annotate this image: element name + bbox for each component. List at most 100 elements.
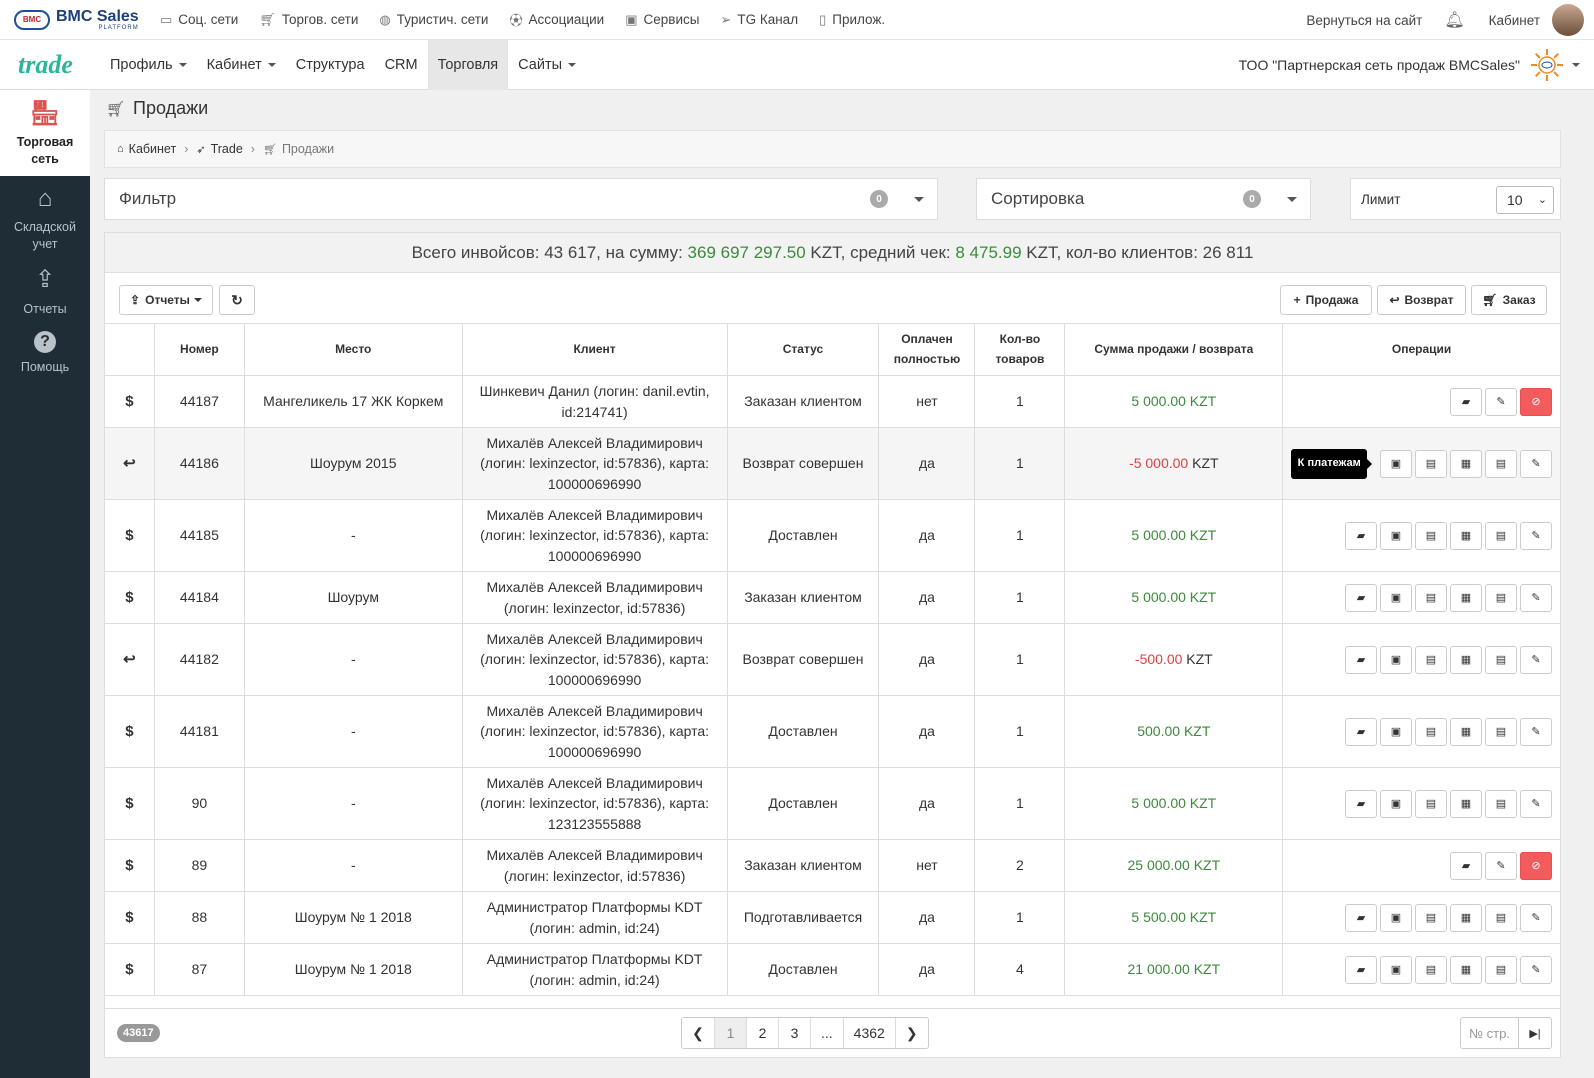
- invoice-number[interactable]: 87: [153, 943, 245, 996]
- pencil-button[interactable]: ✎: [1520, 789, 1552, 818]
- pencil-button[interactable]: ✎: [1520, 645, 1552, 674]
- limit-select[interactable]: 10 ⌄: [1496, 186, 1554, 214]
- folder-button[interactable]: ▰: [1450, 387, 1482, 416]
- folder-button[interactable]: ▰: [1345, 645, 1377, 674]
- file-button[interactable]: ▤: [1415, 449, 1447, 478]
- prev-page-button[interactable]: ❮: [682, 1018, 714, 1048]
- folder-button[interactable]: ▰: [1450, 851, 1482, 880]
- file-button[interactable]: ▤: [1415, 583, 1447, 612]
- document-button[interactable]: ▦: [1450, 521, 1482, 550]
- page-4362-button[interactable]: 4362: [842, 1018, 895, 1048]
- top-link-6[interactable]: ➢ TG Канал: [720, 12, 798, 28]
- pencil-button[interactable]: ✎: [1520, 903, 1552, 932]
- client-cell[interactable]: Михалёв Алексей Владимирович (логин: lex…: [461, 623, 728, 696]
- back-to-site-link[interactable]: Вернуться на сайт: [1306, 13, 1422, 28]
- file-text-button[interactable]: ▤: [1485, 449, 1517, 478]
- client-cell[interactable]: Михалёв Алексей Владимирович (логин: lex…: [461, 767, 728, 840]
- document-button[interactable]: ▦: [1450, 717, 1482, 746]
- money-button[interactable]: ▣: [1380, 789, 1412, 818]
- sort-panel-toggle[interactable]: Сортировка 0: [976, 178, 1311, 220]
- document-button[interactable]: ▦: [1450, 449, 1482, 478]
- document-button[interactable]: ▦: [1450, 903, 1482, 932]
- file-text-button[interactable]: ▤: [1485, 521, 1517, 550]
- page-2-button[interactable]: 2: [746, 1018, 778, 1048]
- page-1-button[interactable]: 1: [714, 1018, 746, 1048]
- file-button[interactable]: ▤: [1415, 717, 1447, 746]
- document-button[interactable]: ▦: [1450, 955, 1482, 984]
- client-cell[interactable]: Михалёв Алексей Владимирович (логин: lex…: [461, 695, 728, 768]
- money-button[interactable]: ▣: [1380, 583, 1412, 612]
- company-chevron-down-icon[interactable]: [1572, 63, 1580, 67]
- client-cell[interactable]: Администратор Платформы KDT (логин: admi…: [461, 891, 728, 944]
- folder-button[interactable]: ▰: [1345, 521, 1377, 550]
- file-button[interactable]: ▤: [1415, 955, 1447, 984]
- invoice-number[interactable]: 44186: [153, 427, 245, 500]
- refresh-button[interactable]: ↻: [219, 285, 255, 315]
- top-link-7[interactable]: ▯ Прилож.: [819, 12, 885, 28]
- nav-item-5[interactable]: Торговля: [427, 39, 509, 90]
- add-sale-button[interactable]: + Продажа: [1280, 285, 1372, 315]
- money-button[interactable]: ▣: [1380, 645, 1412, 674]
- sidebar-item-3[interactable]: ⇪ Отчеты: [0, 260, 90, 322]
- document-button[interactable]: ▦: [1450, 789, 1482, 818]
- file-text-button[interactable]: ▤: [1485, 903, 1517, 932]
- top-link-3[interactable]: ◍ Туристич. сети: [379, 12, 488, 28]
- file-text-button[interactable]: ▤: [1485, 583, 1517, 612]
- pencil-button[interactable]: ✎: [1485, 387, 1517, 416]
- file-button[interactable]: ▤: [1415, 645, 1447, 674]
- company-logo-icon[interactable]: [1530, 48, 1564, 82]
- money-button[interactable]: ▣: [1380, 717, 1412, 746]
- ban-button[interactable]: ⊘: [1520, 851, 1552, 880]
- money-button[interactable]: ▣: [1380, 449, 1412, 478]
- sidebar-item-4[interactable]: ? Помощь: [0, 322, 90, 384]
- ban-button[interactable]: ⊘: [1520, 387, 1552, 416]
- nav-item-2[interactable]: Кабинет: [197, 40, 286, 90]
- invoice-number[interactable]: 44184: [153, 571, 245, 624]
- file-button[interactable]: ▤: [1415, 903, 1447, 932]
- go-to-page-button[interactable]: ▶|: [1519, 1018, 1551, 1048]
- invoice-number[interactable]: 89: [153, 839, 245, 892]
- file-text-button[interactable]: ▤: [1485, 645, 1517, 674]
- invoice-number[interactable]: 44185: [153, 499, 245, 572]
- top-link-5[interactable]: ▣ Сервисы: [625, 12, 699, 28]
- client-cell[interactable]: Михалёв Алексей Владимирович (логин: lex…: [461, 839, 728, 892]
- file-button[interactable]: ▤: [1415, 521, 1447, 550]
- invoice-number[interactable]: 44182: [153, 623, 245, 696]
- invoice-number[interactable]: 88: [153, 891, 245, 944]
- client-cell[interactable]: Администратор Платформы KDT (логин: admi…: [461, 943, 728, 996]
- client-cell[interactable]: Михалёв Алексей Владимирович (логин: lex…: [461, 499, 728, 572]
- invoice-number[interactable]: 44187: [153, 375, 245, 428]
- pencil-button[interactable]: ✎: [1520, 717, 1552, 746]
- top-link-1[interactable]: ▭ Соц. сети: [160, 12, 238, 28]
- invoice-number[interactable]: 44181: [153, 695, 245, 768]
- client-cell[interactable]: Михалёв Алексей Владимирович (логин: lex…: [461, 427, 728, 500]
- page-number-field[interactable]: № стр.: [1461, 1018, 1519, 1048]
- page-3-button[interactable]: 3: [778, 1018, 810, 1048]
- file-button[interactable]: ▤: [1415, 789, 1447, 818]
- top-link-4[interactable]: ⚽︎ Ассоциации: [509, 10, 604, 29]
- document-button[interactable]: ▦: [1450, 645, 1482, 674]
- nav-item-4[interactable]: CRM: [375, 40, 428, 90]
- file-text-button[interactable]: ▤: [1485, 717, 1517, 746]
- brand-logo[interactable]: trade: [0, 50, 100, 80]
- pencil-button[interactable]: ✎: [1520, 521, 1552, 550]
- sidebar-item-1[interactable]: 🏪︎ Торговая сеть: [0, 90, 90, 176]
- pencil-button[interactable]: ✎: [1520, 449, 1552, 478]
- sidebar-item-2[interactable]: ⌂ Складской учет: [0, 176, 90, 260]
- pencil-button[interactable]: ✎: [1485, 851, 1517, 880]
- money-button[interactable]: ▣: [1380, 521, 1412, 550]
- folder-button[interactable]: ▰: [1345, 717, 1377, 746]
- breadcrumb-item-cabinet[interactable]: ⌂ Кабинет: [117, 142, 176, 156]
- folder-button[interactable]: ▰: [1345, 789, 1377, 818]
- nav-item-6[interactable]: Сайты: [508, 40, 586, 90]
- pencil-button[interactable]: ✎: [1520, 955, 1552, 984]
- money-button[interactable]: ▣: [1380, 955, 1412, 984]
- document-button[interactable]: ▦: [1450, 583, 1482, 612]
- add-order-button[interactable]: 🛒︎ Заказ: [1471, 285, 1547, 315]
- client-cell[interactable]: Шинкевич Данил (логин: danil.evtin, id:2…: [461, 375, 728, 428]
- filter-panel-toggle[interactable]: Фильтр 0: [104, 178, 938, 220]
- nav-item-3[interactable]: Структура: [286, 40, 375, 90]
- client-cell[interactable]: Михалёв Алексей Владимирович (логин: lex…: [461, 571, 728, 624]
- file-text-button[interactable]: ▤: [1485, 789, 1517, 818]
- nav-item-1[interactable]: Профиль: [100, 40, 197, 90]
